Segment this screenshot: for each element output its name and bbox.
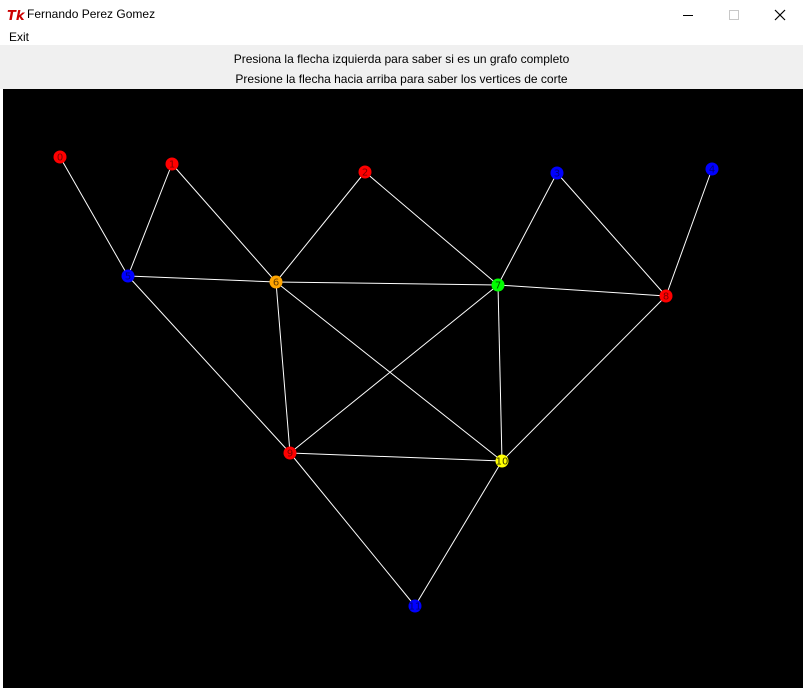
graph-node-label: 0 bbox=[57, 153, 63, 164]
minimize-button[interactable] bbox=[665, 0, 711, 30]
graph-node-label: 5 bbox=[125, 272, 131, 283]
graph-node-9: 9 bbox=[283, 446, 297, 460]
graph-edge-8-10 bbox=[501, 295, 667, 462]
nodes-layer: 0 1 2 3 4 5 6 7 8 9 10 11 bbox=[53, 150, 719, 613]
graph-node-6: 6 bbox=[269, 275, 283, 289]
svg-text:Tk: Tk bbox=[7, 9, 25, 24]
graph-edge-5-9 bbox=[127, 275, 291, 454]
graph-edge-3-7 bbox=[497, 172, 558, 286]
graph-edge-3-8 bbox=[556, 172, 667, 297]
graph-edge-9-10 bbox=[289, 452, 503, 462]
close-icon bbox=[774, 9, 786, 21]
graph-edge-1-5 bbox=[127, 163, 173, 277]
graph-edge-5-6 bbox=[127, 275, 277, 283]
graph-node-4: 4 bbox=[705, 162, 719, 176]
edges-layer bbox=[59, 156, 713, 607]
graph-edge-2-7 bbox=[364, 171, 499, 286]
title-bar: Tk Fernando Perez Gomez bbox=[0, 0, 803, 30]
graph-edge-0-5 bbox=[59, 156, 129, 277]
maximize-button[interactable] bbox=[711, 0, 757, 30]
graph-edge-9-11 bbox=[289, 452, 416, 607]
graph-canvas[interactable]: 0 1 2 3 4 5 6 7 8 9 10 11 bbox=[3, 89, 803, 688]
graph-edge-7-8 bbox=[497, 284, 667, 297]
instruction-cut-vertices: Presione la flecha hacia arriba para sab… bbox=[235, 72, 568, 86]
graph-edge-2-6 bbox=[275, 171, 366, 283]
graph-node-10: 10 bbox=[495, 454, 509, 468]
tk-feather-icon: Tk bbox=[7, 9, 25, 24]
graph-node-11: 11 bbox=[408, 599, 422, 613]
graph-edge-4-8 bbox=[665, 168, 713, 297]
minimize-icon bbox=[683, 15, 693, 16]
graph-node-0: 0 bbox=[53, 150, 67, 164]
graph-node-label: 1 bbox=[169, 160, 175, 171]
graph-drawing: 0 1 2 3 4 5 6 7 8 9 10 11 bbox=[53, 150, 719, 613]
window-title: Fernando Perez Gomez bbox=[27, 7, 156, 21]
graph-node-label: 9 bbox=[287, 449, 293, 460]
graph-node-label: 4 bbox=[709, 165, 715, 176]
graph-edge-7-10 bbox=[497, 284, 503, 462]
close-button[interactable] bbox=[757, 0, 803, 30]
instruction-complete-graph: Presiona la flecha izquierda para saber … bbox=[233, 52, 570, 66]
graph-node-1: 1 bbox=[165, 157, 179, 171]
graph-node-label: 11 bbox=[409, 602, 422, 613]
graph-node-label: 8 bbox=[663, 292, 669, 303]
graph-node-label: 2 bbox=[362, 168, 368, 179]
graph-edge-6-7 bbox=[275, 281, 499, 286]
menu-item-exit[interactable]: Exit bbox=[9, 30, 29, 45]
graph-node-label: 10 bbox=[496, 457, 509, 468]
menu-bar: Exit bbox=[0, 30, 803, 45]
maximize-icon bbox=[729, 10, 739, 20]
graph-node-5: 5 bbox=[121, 269, 135, 283]
graph-node-7: 7 bbox=[491, 278, 505, 292]
graph-edge-7-9 bbox=[289, 284, 499, 454]
graph-edge-10-11 bbox=[414, 460, 503, 607]
instructions-panel: Presiona la flecha izquierda para saber … bbox=[0, 45, 803, 89]
graph-node-label: 6 bbox=[273, 278, 279, 289]
graph-edge-6-9 bbox=[275, 281, 291, 454]
graph-node-label: 3 bbox=[554, 169, 560, 180]
graph-node-label: 7 bbox=[495, 281, 501, 292]
graph-edge-1-6 bbox=[171, 163, 277, 283]
graph-node-3: 3 bbox=[550, 166, 564, 180]
graph-node-2: 2 bbox=[358, 165, 372, 179]
graph-node-8: 8 bbox=[659, 289, 673, 303]
